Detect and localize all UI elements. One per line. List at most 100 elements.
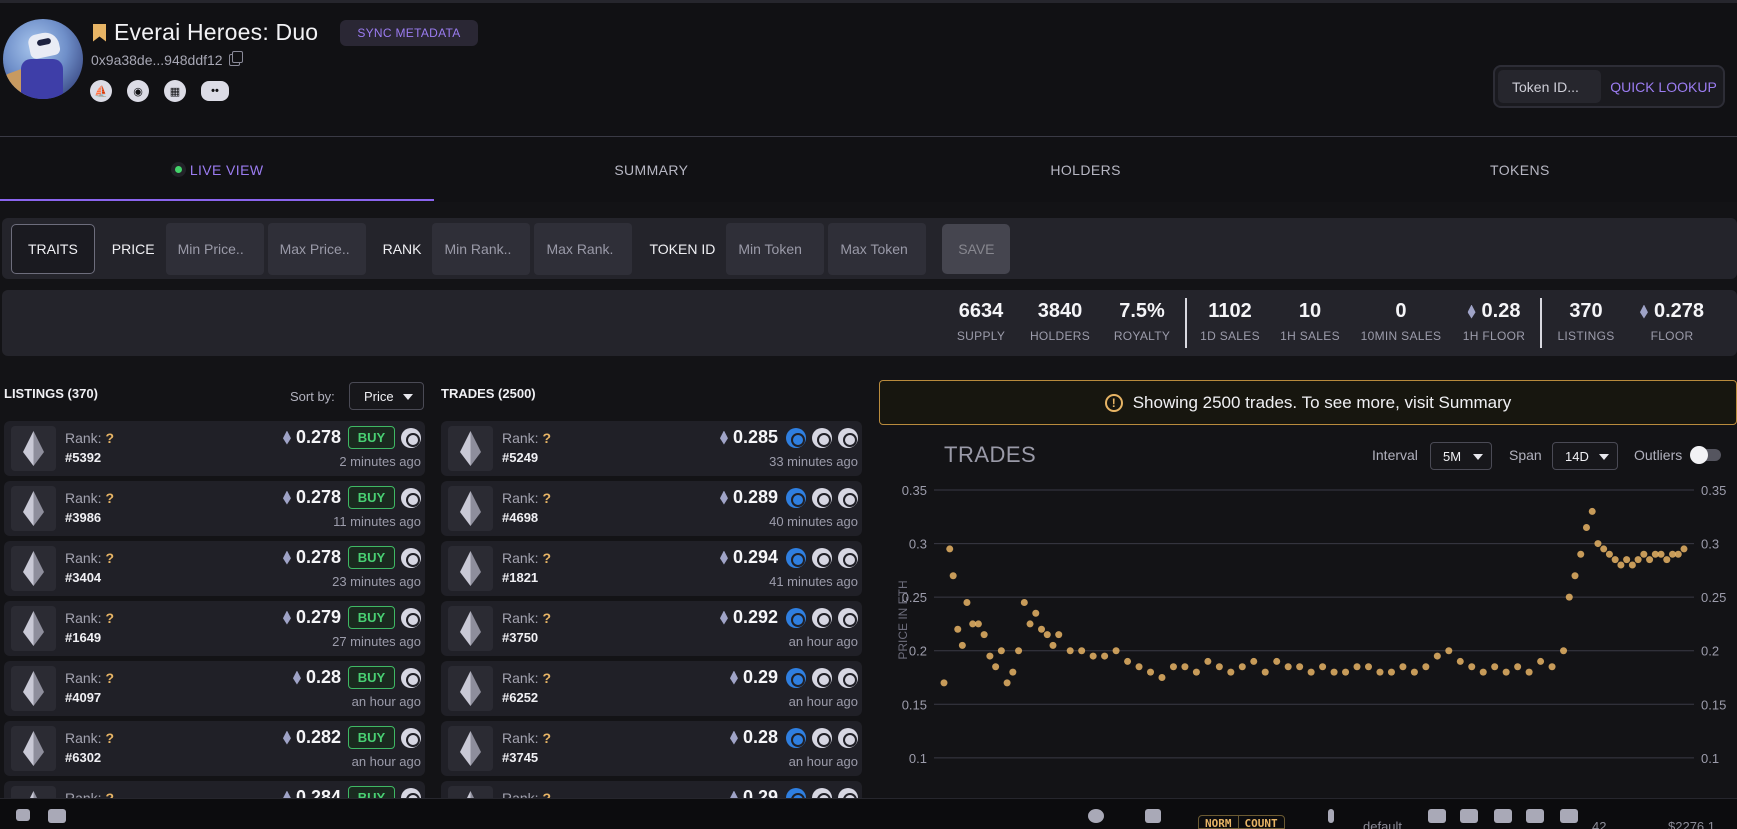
listing-card[interactable]: Rank: ? #6302 0.282 an hour ago BUY — [4, 721, 425, 776]
nft-thumbnail — [448, 546, 493, 591]
buy-button[interactable]: BUY — [348, 666, 395, 689]
opensea-icon[interactable] — [401, 728, 421, 748]
eye-icon[interactable] — [812, 668, 832, 688]
norm-count-toggle[interactable]: NORM COUNT — [1198, 815, 1285, 829]
trade-card[interactable]: Rank: ? #1821 0.294 41 minutes ago — [441, 541, 862, 596]
rank-text: Rank: — [502, 670, 539, 686]
chevron-down-icon — [1599, 454, 1609, 460]
chart-icon[interactable] — [838, 728, 858, 748]
rank-text: Rank: — [65, 490, 102, 506]
opensea-icon[interactable] — [786, 608, 806, 628]
chart-icon[interactable] — [838, 488, 858, 508]
rank-value: ? — [105, 610, 115, 626]
sort-icon[interactable] — [1460, 809, 1478, 823]
min-price-input[interactable]: Min Price.. — [165, 222, 264, 275]
trades-scatter-chart[interactable]: 0.35 0.350.3 0.30.25 0.250.2 0.20.15 0.150.1 0… — [879, 478, 1737, 798]
toggle-count[interactable]: COUNT — [1237, 816, 1284, 828]
chart-icon[interactable] — [838, 548, 858, 568]
token-id-input[interactable]: Token ID... — [1498, 70, 1601, 103]
opensea-icon[interactable] — [401, 608, 421, 628]
listing-card[interactable]: Rank: ? #4097 0.28 an hour ago BUY — [4, 661, 425, 716]
price: 0.285 — [719, 427, 778, 448]
trade-point — [1548, 663, 1556, 671]
tab-live-view[interactable]: LIVE VIEW — [0, 137, 435, 202]
buy-button[interactable]: BUY — [348, 546, 395, 569]
save-filters-button[interactable]: SAVE — [942, 223, 1011, 274]
opensea-icon[interactable] — [401, 488, 421, 508]
grid-icon[interactable] — [1494, 809, 1512, 823]
listing-card[interactable]: Rank: ? #5392 0.278 2 minutes ago BUY — [4, 421, 425, 476]
twitter-icon[interactable] — [16, 809, 30, 821]
lightning-icon[interactable] — [1428, 809, 1446, 823]
opensea-icon[interactable] — [401, 668, 421, 688]
eye-icon[interactable] — [812, 548, 832, 568]
discord-icon[interactable]: •• — [201, 81, 229, 101]
chart-icon[interactable] — [838, 668, 858, 688]
sort-select[interactable]: Price — [349, 382, 424, 410]
trade-point — [1479, 668, 1487, 676]
eye-icon[interactable]: ◉ — [127, 80, 149, 102]
rank-label: Rank: ? — [502, 430, 551, 446]
trade-card[interactable]: Rank: ? #6252 0.29 an hour ago — [441, 661, 862, 716]
timestamp: 27 minutes ago — [332, 634, 421, 649]
trade-card[interactable]: Rank: ? #3750 0.292 an hour ago — [441, 601, 862, 656]
chart-icon[interactable] — [838, 428, 858, 448]
buy-button[interactable]: BUY — [348, 486, 395, 509]
trade-card[interactable]: Rank: ? #3745 0.28 an hour ago — [441, 721, 862, 776]
toggle-norm[interactable]: NORM — [1199, 816, 1238, 828]
list-icon[interactable] — [1526, 809, 1544, 823]
price: 0.278 — [282, 427, 341, 448]
bookmark-icon[interactable] — [93, 23, 106, 42]
gear-icon[interactable] — [1088, 809, 1104, 823]
buy-button[interactable]: BUY — [348, 726, 395, 749]
preset-label[interactable]: default — [1363, 819, 1402, 829]
buy-button[interactable]: BUY — [348, 606, 395, 629]
tab-tokens[interactable]: TOKENS — [1303, 137, 1737, 202]
listing-card[interactable]: Rank: ? #1649 0.279 27 minutes ago BUY — [4, 601, 425, 656]
eye-icon[interactable] — [812, 428, 832, 448]
outliers-toggle[interactable] — [1690, 446, 1721, 464]
listing-card[interactable]: Rank: ? #3404 0.278 23 minutes ago BUY — [4, 541, 425, 596]
opensea-icon[interactable]: ⛵ — [90, 80, 112, 102]
max-token-input[interactable]: Max Token — [828, 222, 927, 275]
buy-button[interactable]: BUY — [348, 426, 395, 449]
min-rank-input[interactable]: Min Rank.. — [432, 222, 531, 275]
opensea-icon[interactable] — [401, 428, 421, 448]
min-token-input[interactable]: Min Token — [726, 222, 825, 275]
calendar-icon[interactable] — [1145, 809, 1161, 823]
eye-icon[interactable] — [812, 608, 832, 628]
opensea-icon[interactable] — [786, 548, 806, 568]
rank-text: Rank: — [65, 610, 102, 626]
tab-summary[interactable]: SUMMARY — [434, 137, 868, 202]
eth-icon — [719, 490, 728, 505]
timestamp: 41 minutes ago — [769, 574, 858, 589]
max-rank-input[interactable]: Max Rank. — [534, 222, 633, 275]
traits-button[interactable]: TRAITS — [11, 223, 95, 274]
span-select[interactable]: 14D — [1552, 442, 1618, 470]
chart-icon[interactable] — [838, 608, 858, 628]
copy-icon[interactable] — [228, 51, 243, 66]
trade-card[interactable]: Rank: ? #5249 0.285 33 minutes ago — [441, 421, 862, 476]
pause-icon[interactable] — [1328, 809, 1334, 823]
opensea-icon[interactable] — [786, 728, 806, 748]
opensea-icon[interactable] — [401, 548, 421, 568]
listings-header: LISTINGS (370) — [4, 386, 98, 401]
opensea-icon[interactable] — [786, 668, 806, 688]
eye-icon[interactable] — [812, 488, 832, 508]
chart-icon[interactable]: ▦ — [164, 80, 186, 102]
quick-lookup-button[interactable]: QUICK LOOKUP — [1604, 67, 1723, 106]
max-price-input[interactable]: Max Price.. — [267, 222, 366, 275]
opensea-icon[interactable] — [786, 428, 806, 448]
price: 0.28 — [292, 667, 341, 688]
interval-select[interactable]: 5M — [1430, 442, 1492, 470]
opensea-icon[interactable] — [786, 488, 806, 508]
listing-card[interactable]: Rank: ? #3986 0.278 11 minutes ago BUY — [4, 481, 425, 536]
trade-point — [1307, 668, 1315, 676]
tab-holders[interactable]: HOLDERS — [869, 137, 1303, 202]
sync-metadata-button[interactable]: SYNC METADATA — [340, 19, 478, 46]
discord-icon[interactable] — [48, 809, 66, 823]
eye-icon[interactable] — [812, 728, 832, 748]
trade-card[interactable]: Rank: ? #4698 0.289 40 minutes ago — [441, 481, 862, 536]
quick-lookup: Token ID... QUICK LOOKUP — [1493, 65, 1725, 108]
trade-point — [1215, 663, 1223, 671]
